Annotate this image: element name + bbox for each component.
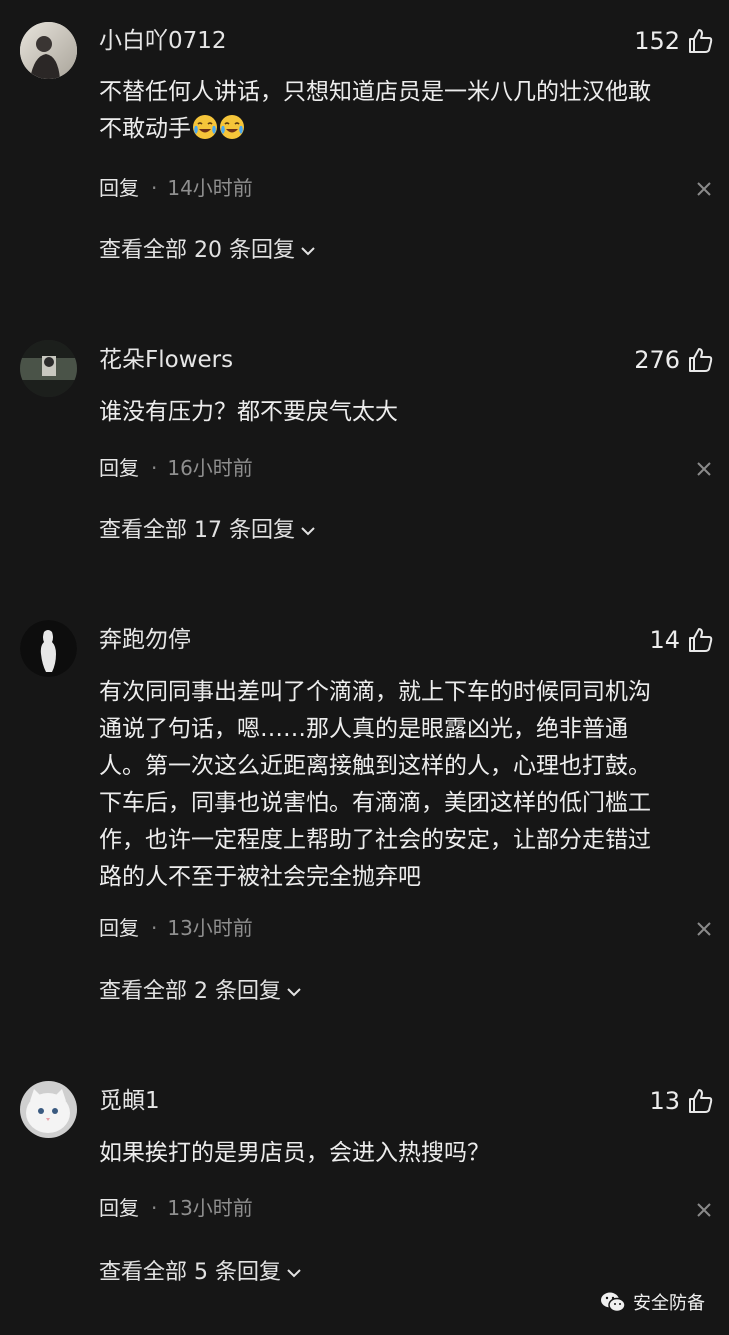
separator-dot: · — [151, 916, 158, 940]
comment-meta: 回复 · 14小时前 — [99, 174, 253, 202]
view-all-replies-button[interactable]: 查看全部 17 条回复 — [99, 516, 317, 546]
chevron-down-icon — [285, 983, 303, 1001]
comment-meta: 回复 · 16小时前 — [99, 454, 253, 482]
view-all-replies-button[interactable]: 查看全部 5 条回复 — [99, 1258, 303, 1288]
comment-text: 如果挨打的是男店员，会进入热搜吗？ — [99, 1135, 714, 1172]
comment-line: 作，也许一定程度上帮助了社会的安定，让部分走错过 — [99, 827, 651, 853]
comment-meta: 回复 · 13小时前 — [99, 1194, 253, 1222]
view-all-replies-label: 查看全部 2 条回复 — [99, 979, 281, 1004]
chevron-down-icon — [299, 522, 317, 540]
avatar[interactable] — [20, 1081, 77, 1138]
like-count: 152 — [634, 27, 680, 55]
timestamp: 14小时前 — [167, 176, 253, 200]
comment-line: 人。第一次这么近距离接触到这样的人，心理也打鼓。 — [99, 753, 651, 779]
close-icon[interactable] — [695, 180, 713, 198]
watermark: 安全防备 — [599, 1289, 705, 1315]
like-button[interactable]: 14 — [649, 625, 714, 655]
crying-laughing-emoji-icon — [192, 114, 218, 140]
like-count: 276 — [634, 346, 680, 374]
thumbs-up-icon[interactable] — [686, 626, 714, 654]
comment-line: 不替任何人讲话，只想知道店员是一米八几的壮汉他敢 — [99, 79, 651, 105]
view-all-replies-button[interactable]: 查看全部 20 条回复 — [99, 236, 317, 266]
comment-line: 下车后，同事也说害怕。有滴滴，美团这样的低门槛工 — [99, 790, 651, 816]
thumbs-up-icon[interactable] — [686, 27, 714, 55]
timestamp: 13小时前 — [167, 1196, 253, 1220]
comment-line: 如果挨打的是男店员，会进入热搜吗？ — [99, 1140, 490, 1166]
timestamp: 13小时前 — [167, 916, 253, 940]
close-icon[interactable] — [695, 1201, 713, 1219]
reply-button[interactable]: 回复 — [99, 914, 139, 942]
view-all-replies-label: 查看全部 5 条回复 — [99, 1260, 281, 1285]
chevron-down-icon — [299, 242, 317, 260]
comment-meta: 回复 · 13小时前 — [99, 914, 253, 942]
comment-line-with-emoji: 不敢动手 — [99, 111, 714, 148]
separator-dot: · — [151, 456, 158, 480]
like-button[interactable]: 276 — [634, 345, 714, 375]
like-button[interactable]: 152 — [634, 26, 714, 56]
view-all-replies-button[interactable]: 查看全部 2 条回复 — [99, 977, 303, 1007]
wechat-icon — [599, 1290, 627, 1314]
close-icon[interactable] — [695, 460, 713, 478]
separator-dot: · — [151, 176, 158, 200]
reply-button[interactable]: 回复 — [99, 174, 139, 202]
username[interactable]: 小白吖0712 — [99, 26, 227, 56]
view-all-replies-label: 查看全部 20 条回复 — [99, 238, 295, 263]
like-count: 14 — [649, 626, 680, 654]
like-button[interactable]: 13 — [649, 1086, 714, 1116]
comment-line: 谁没有压力？都不要戾气太大 — [99, 399, 398, 425]
separator-dot: · — [151, 1196, 158, 1220]
chevron-down-icon — [285, 1264, 303, 1282]
comment-text: 有次同同事出差叫了个滴滴，就上下车的时候同司机沟 通说了句话，嗯……那人真的是眼… — [99, 674, 714, 896]
close-icon[interactable] — [695, 920, 713, 938]
thumbs-up-icon[interactable] — [686, 346, 714, 374]
comment-line: 有次同同事出差叫了个滴滴，就上下车的时候同司机沟 — [99, 679, 651, 705]
reply-button[interactable]: 回复 — [99, 454, 139, 482]
comment-line: 路的人不至于被社会完全抛弃吧 — [99, 864, 421, 890]
comment-text: 谁没有压力？都不要戾气太大 — [99, 394, 714, 431]
timestamp: 16小时前 — [167, 456, 253, 480]
avatar[interactable] — [20, 340, 77, 397]
comment-text: 不替任何人讲话，只想知道店员是一米八几的壮汉他敢 不敢动手 — [99, 74, 714, 148]
reply-button[interactable]: 回复 — [99, 1194, 139, 1222]
username[interactable]: 奔跑勿停 — [99, 625, 191, 655]
view-all-replies-label: 查看全部 17 条回复 — [99, 518, 295, 543]
avatar[interactable] — [20, 620, 77, 677]
watermark-text: 安全防备 — [633, 1293, 705, 1314]
crying-laughing-emoji-icon — [219, 114, 245, 140]
thumbs-up-icon[interactable] — [686, 1087, 714, 1115]
avatar[interactable] — [20, 22, 77, 79]
username[interactable]: 觅頔1 — [99, 1086, 160, 1116]
like-count: 13 — [649, 1087, 680, 1115]
username[interactable]: 花朵Flowers — [99, 345, 233, 375]
comment-line: 通说了句话，嗯……那人真的是眼露凶光，绝非普通 — [99, 716, 628, 742]
comment-line: 不敢动手 — [99, 116, 191, 142]
